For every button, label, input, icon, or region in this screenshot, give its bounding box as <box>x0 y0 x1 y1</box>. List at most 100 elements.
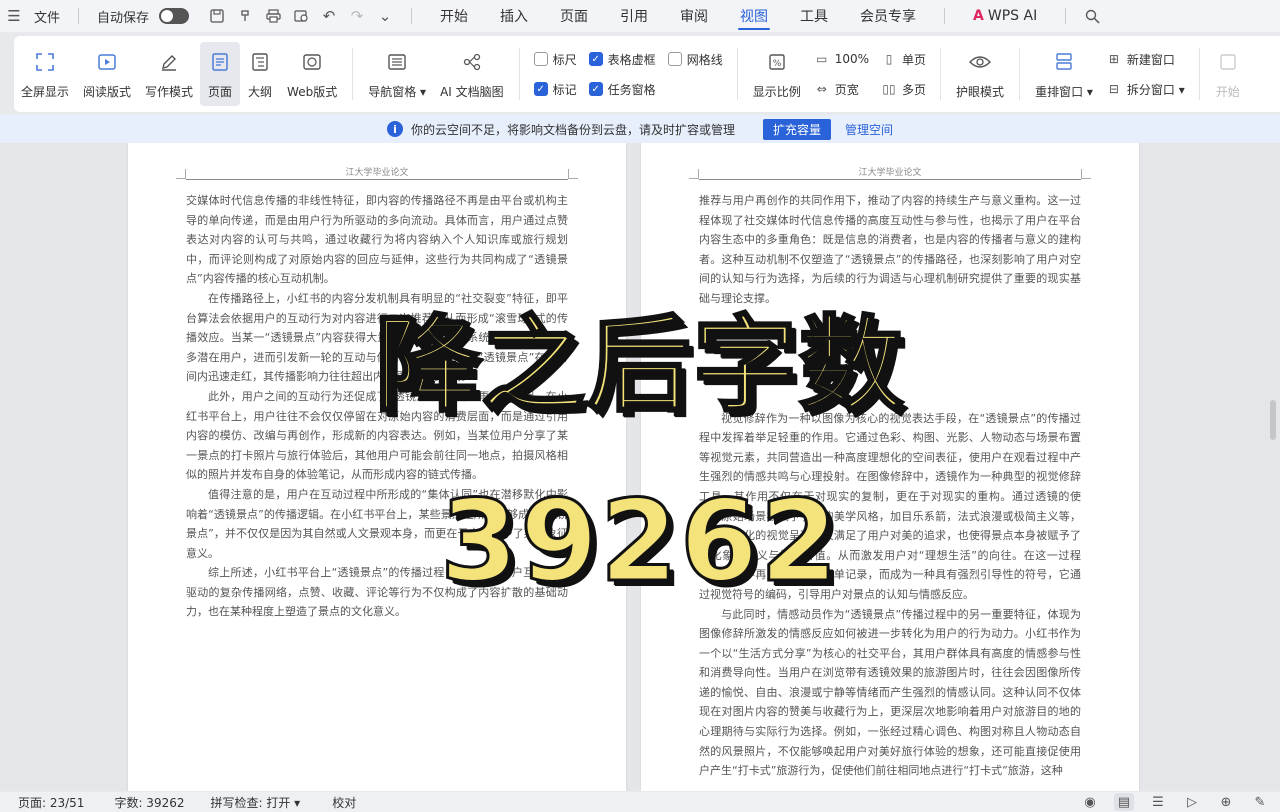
fullscreen-button[interactable]: 全屏显示 <box>14 42 76 106</box>
divider <box>940 48 942 100</box>
reading-layout-icon <box>94 49 120 75</box>
marks-checkbox[interactable]: ✓ <box>533 82 548 96</box>
multi-page-button[interactable]: ▯▯ 多页 <box>881 79 926 99</box>
zoom-group: ▭ 100% ⇔ 页宽 <box>808 42 875 106</box>
tab-tools[interactable]: 工具 <box>784 0 844 32</box>
table-gridlines-row[interactable]: ✓ 表格虚框 <box>588 49 656 69</box>
svg-text:%: % <box>772 59 781 69</box>
new-window-label: 新建窗口 <box>1126 52 1175 67</box>
print-icon[interactable] <box>259 0 287 32</box>
divider <box>1065 8 1067 24</box>
gridlines-label: 网格线 <box>686 52 723 67</box>
page-layout-group: ▯ 单页 ▯▯ 多页 <box>875 42 932 106</box>
document-area[interactable]: 江大学毕业论文 交媒体时代信息传播的非线性特征，即内容的传播路径不再是由平台或机… <box>0 143 1280 791</box>
outline-button[interactable]: 大纲 <box>240 42 280 106</box>
reading-layout-button[interactable]: 阅读版式 <box>76 42 138 106</box>
display-ratio-button[interactable]: % 显示比例 <box>746 42 808 106</box>
eye-mode-status-icon[interactable]: ◉ <box>1080 793 1100 811</box>
save-icon[interactable] <box>203 0 231 32</box>
page-view-icon <box>207 49 233 75</box>
tab-view[interactable]: 视图 <box>724 0 784 32</box>
page-width-label: 页宽 <box>834 82 859 97</box>
pen-status-icon[interactable]: ✎ <box>1250 793 1270 811</box>
page-width-button[interactable]: ⇔ 页宽 <box>814 79 869 99</box>
fullscreen-label: 全屏显示 <box>21 84 70 99</box>
print-preview-icon[interactable] <box>287 0 315 32</box>
divider <box>1198 48 1200 100</box>
divider <box>944 8 946 24</box>
menu-bar: ☰ 文件 自动保存 ↶ ↷ ⌄ 开始 插入 页面 引用 审阅 视图 工具 会员专… <box>0 0 1280 32</box>
chevron-down-icon[interactable]: ⌄ <box>371 0 399 32</box>
play-icon[interactable]: ▷ <box>1182 793 1202 811</box>
rearrange-label: 重排窗口 ▾ <box>1035 84 1093 99</box>
header-rule <box>186 179 568 180</box>
menu-icon[interactable]: ☰ <box>0 0 28 32</box>
autosave-toggle[interactable] <box>159 8 190 24</box>
table-gridlines-checkbox[interactable]: ✓ <box>588 52 603 66</box>
tab-insert[interactable]: 插入 <box>484 0 544 32</box>
format-painter-icon[interactable] <box>231 0 259 32</box>
ai-mindmap-label: AI 文档脑图 <box>440 84 504 99</box>
page-width-icon: ⇔ <box>816 82 827 96</box>
divider <box>518 48 520 100</box>
web-layout-button[interactable]: Web版式 <box>280 42 344 106</box>
more-button[interactable]: 开始 <box>1208 42 1248 106</box>
expand-capacity-button[interactable]: 扩充容量 <box>762 118 831 140</box>
page-header: 江大学毕业论文 <box>858 168 922 178</box>
gridlines-row[interactable]: 网格线 <box>667 49 723 69</box>
web-view-status-icon[interactable]: ⊕ <box>1216 793 1236 811</box>
single-page-icon: ▯ <box>885 52 893 66</box>
word-count[interactable]: 字数: 39262 <box>114 794 184 811</box>
tab-review[interactable]: 审阅 <box>664 0 724 32</box>
fullscreen-icon <box>32 49 58 75</box>
search-icon[interactable] <box>1078 0 1106 32</box>
tab-references[interactable]: 引用 <box>604 0 664 32</box>
overlay-caption-number: 39262 <box>439 477 840 607</box>
proofread-button[interactable]: 校对 <box>332 794 356 811</box>
page-indicator[interactable]: 页面: 23/51 <box>18 794 84 811</box>
ruler-label: 标尺 <box>552 52 577 67</box>
gridlines-checkbox[interactable] <box>667 52 682 66</box>
task-pane-row[interactable]: ✓ 任务窗格 <box>588 79 656 99</box>
ai-mindmap-button[interactable]: AI 文档脑图 <box>433 42 511 106</box>
writing-mode-label: 写作模式 <box>145 84 194 99</box>
file-menu[interactable]: 文件 <box>28 0 66 32</box>
new-window-button[interactable]: ⊞ 新建窗口 <box>1106 49 1185 69</box>
task-pane-label: 任务窗格 <box>607 82 656 97</box>
task-pane-checkbox[interactable]: ✓ <box>588 82 603 96</box>
view-switcher: ◉ ▤ ☰ ▷ ⊕ ✎ <box>1080 792 1270 812</box>
eye-mode-button[interactable]: 护眼模式 <box>949 42 1011 106</box>
info-icon: i <box>386 121 403 137</box>
wps-ai-button[interactable]: A WPS AI <box>957 0 1053 32</box>
rearrange-window-button[interactable]: 重排窗口 ▾ <box>1028 42 1100 106</box>
tab-member[interactable]: 会员专享 <box>844 0 932 32</box>
marks-checkbox-row[interactable]: ✓ 标记 <box>533 79 577 99</box>
paragraph: 推荐与用户再创作的共同作用下，推动了内容的持续生产与意义重构。这一过程体现了社交… <box>699 194 1081 305</box>
tab-page[interactable]: 页面 <box>544 0 604 32</box>
divider <box>411 8 413 24</box>
display-ratio-label: 显示比例 <box>752 84 801 99</box>
page-view-status-icon[interactable]: ▤ <box>1114 793 1134 811</box>
undo-icon[interactable]: ↶ <box>315 0 343 32</box>
pen-icon <box>156 49 182 75</box>
marks-label: 标记 <box>552 82 577 97</box>
nav-pane-label: 导航窗格 ▾ <box>368 84 427 99</box>
divider <box>736 48 738 100</box>
page-view-label: 页面 <box>208 84 233 99</box>
single-page-button[interactable]: ▯ 单页 <box>881 49 926 69</box>
ruler-checkbox-row[interactable]: 标尺 <box>533 49 577 69</box>
document-page-right[interactable]: 江大学毕业论文 推荐与用户再创作的共同作用下，推动了内容的持续生产与意义重构。这… <box>641 143 1139 791</box>
redo-icon[interactable]: ↷ <box>343 0 371 32</box>
writing-mode-button[interactable]: 写作模式 <box>138 42 200 106</box>
zoom-100-button[interactable]: ▭ 100% <box>814 49 869 69</box>
tab-home[interactable]: 开始 <box>424 0 484 32</box>
nav-pane-button[interactable]: 导航窗格 ▾ <box>361 42 433 106</box>
table-gridlines-label: 表格虚框 <box>607 52 656 67</box>
outline-status-icon[interactable]: ☰ <box>1148 793 1168 811</box>
manage-space-link[interactable]: 管理空间 <box>845 121 893 138</box>
ruler-checkbox[interactable] <box>533 52 548 66</box>
spellcheck-toggle[interactable]: 拼写检查: 打开 ▾ <box>211 794 301 811</box>
document-page-left[interactable]: 江大学毕业论文 交媒体时代信息传播的非线性特征，即内容的传播路径不再是由平台或机… <box>128 143 626 791</box>
split-window-button[interactable]: ⊟ 拆分窗口 ▾ <box>1106 79 1185 99</box>
page-view-button[interactable]: 页面 <box>200 42 241 106</box>
